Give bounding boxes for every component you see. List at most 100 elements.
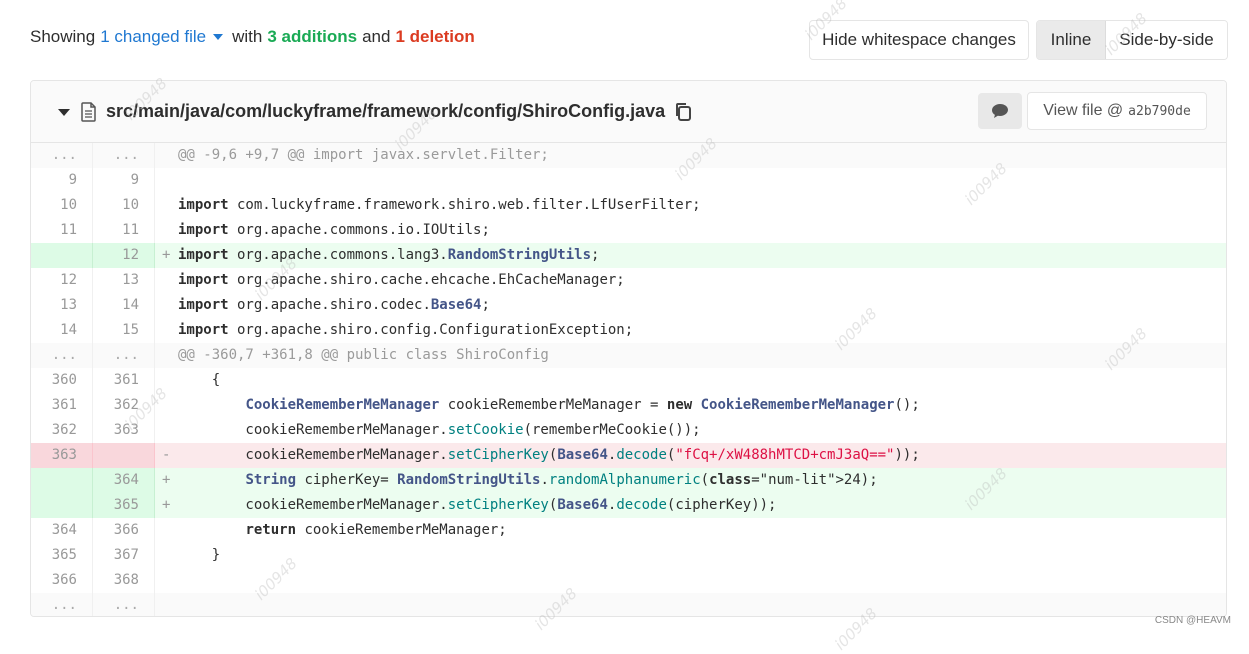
file-path[interactable]: src/main/java/com/luckyframe/framework/c…	[106, 101, 665, 122]
new-line-number[interactable]: 9	[93, 168, 155, 193]
code-text: cookieRememberMeManager.setCookie(rememb…	[178, 422, 701, 438]
code-text: cookieRememberMeManager.setCipherKey(Bas…	[178, 497, 777, 513]
line-content: return cookieRememberMeManager;	[155, 518, 1226, 543]
old-line-number[interactable]: ...	[31, 343, 93, 368]
line-content: + cookieRememberMeManager.setCipherKey(B…	[155, 493, 1226, 518]
code-text: {	[178, 372, 221, 388]
copy-icon[interactable]	[674, 102, 692, 127]
new-line-number[interactable]: 362	[93, 393, 155, 418]
old-line-number[interactable]	[31, 468, 93, 493]
new-line-number[interactable]: ...	[93, 593, 155, 616]
inline-view-button[interactable]: Inline	[1037, 21, 1106, 59]
diff-line: ......	[31, 593, 1226, 616]
old-line-number[interactable]: 13	[31, 293, 93, 318]
new-line-number[interactable]: 364	[93, 468, 155, 493]
view-mode-toggle: Inline Side-by-side	[1036, 20, 1228, 60]
new-line-number[interactable]: 366	[93, 518, 155, 543]
code-text: CookieRememberMeManager cookieRememberMe…	[245, 397, 920, 413]
line-content: import com.luckyframe.framework.shiro.we…	[155, 193, 1226, 218]
old-line-number[interactable]: 14	[31, 318, 93, 343]
new-line-number[interactable]: ...	[93, 343, 155, 368]
new-line-number[interactable]: 13	[93, 268, 155, 293]
code-text: import org.apache.shiro.cache.ehcache.Eh…	[178, 272, 625, 288]
collapse-caret-icon[interactable]	[58, 109, 70, 116]
line-content: import org.apache.commons.io.IOUtils;	[155, 218, 1226, 243]
new-line-number[interactable]: 361	[93, 368, 155, 393]
old-line-number[interactable]: 11	[31, 218, 93, 243]
old-line-number[interactable]: 364	[31, 518, 93, 543]
diff-line: 364 366 return cookieRememberMeManager;	[31, 518, 1226, 543]
old-line-number[interactable]: 363	[31, 443, 93, 468]
diff-table: ...... @@ -9,6 +9,7 @@ import javax.servl…	[31, 143, 1226, 616]
line-content	[155, 568, 1226, 593]
line-content: + import org.apache.commons.lang3.RandomS…	[155, 243, 1226, 268]
old-line-number[interactable]: ...	[31, 593, 93, 616]
diff-summary: Showing 1 changed file with 3 additions …	[30, 27, 475, 47]
code-text: import org.apache.shiro.codec.Base64;	[178, 297, 490, 313]
line-content: import org.apache.shiro.codec.Base64;	[155, 293, 1226, 318]
view-file-button[interactable]: View file @ a2b790de	[1027, 92, 1207, 130]
hide-whitespace-button[interactable]: Hide whitespace changes	[809, 20, 1029, 60]
old-line-number[interactable]	[31, 243, 93, 268]
new-line-number[interactable]: 363	[93, 418, 155, 443]
diff-sign: -	[162, 447, 171, 463]
diff-file: src/main/java/com/luckyframe/framework/c…	[30, 80, 1227, 617]
summary-showing: Showing	[30, 27, 96, 46]
diff-line: 361 362 CookieRememberMeManager cookieRem…	[31, 393, 1226, 418]
code-text: @@ -9,6 +9,7 @@ import javax.servlet.Fil…	[178, 147, 549, 163]
code-text: import org.apache.commons.io.IOUtils;	[178, 222, 490, 238]
additions-count: 3 additions	[267, 27, 358, 46]
diff-line: 365 + cookieRememberMeManager.setCipherKe…	[31, 493, 1226, 518]
line-content: import org.apache.shiro.cache.ehcache.Eh…	[155, 268, 1226, 293]
diff-line: 11 11 import org.apache.commons.io.IOUtils…	[31, 218, 1226, 243]
line-content: CookieRememberMeManager cookieRememberMe…	[155, 393, 1226, 418]
side-by-side-view-button[interactable]: Side-by-side	[1106, 21, 1227, 59]
new-line-number[interactable]	[93, 443, 155, 468]
summary-with: with	[232, 27, 263, 46]
new-line-number[interactable]: 10	[93, 193, 155, 218]
diff-line: 13 14 import org.apache.shiro.codec.Base64…	[31, 293, 1226, 318]
line-content: - cookieRememberMeManager.setCipherKey(B…	[155, 443, 1226, 468]
diff-line: 12 + import org.apache.commons.lang3.Rando…	[31, 243, 1226, 268]
changed-files-dropdown[interactable]: 1 changed file	[100, 27, 206, 47]
credit-text: CSDN @HEAVM	[1154, 615, 1231, 626]
line-content: @@ -9,6 +9,7 @@ import javax.servlet.Fil…	[155, 143, 1226, 168]
old-line-number[interactable]: 10	[31, 193, 93, 218]
new-line-number[interactable]: 15	[93, 318, 155, 343]
code-text: import org.apache.shiro.config.Configura…	[178, 322, 634, 338]
new-line-number[interactable]: ...	[93, 143, 155, 168]
old-line-number[interactable]: 360	[31, 368, 93, 393]
code-text: String cipherKey= RandomStringUtils.rand…	[245, 472, 878, 488]
old-line-number[interactable]: 9	[31, 168, 93, 193]
comment-button[interactable]	[978, 93, 1022, 129]
old-line-number[interactable]	[31, 493, 93, 518]
new-line-number[interactable]: 367	[93, 543, 155, 568]
new-line-number[interactable]: 12	[93, 243, 155, 268]
code-text: return cookieRememberMeManager;	[245, 522, 507, 538]
line-content: @@ -360,7 +361,8 @@ public class ShiroCo…	[155, 343, 1226, 368]
new-line-number[interactable]: 14	[93, 293, 155, 318]
diff-line: 364 + String cipherKey= RandomStringUtils…	[31, 468, 1226, 493]
view-file-label: View file @	[1043, 102, 1124, 119]
old-line-number[interactable]: 366	[31, 568, 93, 593]
old-line-number[interactable]: 362	[31, 418, 93, 443]
new-line-number[interactable]: 368	[93, 568, 155, 593]
code-text: }	[178, 547, 221, 563]
code-text: import com.luckyframe.framework.shiro.we…	[178, 197, 701, 213]
old-line-number[interactable]: ...	[31, 143, 93, 168]
file-header: src/main/java/com/luckyframe/framework/c…	[31, 81, 1226, 143]
line-content	[155, 593, 1226, 616]
commit-sha: a2b790de	[1128, 103, 1191, 119]
line-content: }	[155, 543, 1226, 568]
chevron-down-icon[interactable]	[213, 34, 224, 40]
new-line-number[interactable]: 11	[93, 218, 155, 243]
diff-line: 362 363 cookieRememberMeManager.setCookie…	[31, 418, 1226, 443]
summary-and: and	[362, 27, 391, 46]
new-line-number[interactable]: 365	[93, 493, 155, 518]
old-line-number[interactable]: 12	[31, 268, 93, 293]
old-line-number[interactable]: 361	[31, 393, 93, 418]
diff-sign: +	[162, 497, 171, 513]
code-text: import org.apache.commons.lang3.RandomSt…	[178, 247, 600, 263]
line-content: {	[155, 368, 1226, 393]
old-line-number[interactable]: 365	[31, 543, 93, 568]
